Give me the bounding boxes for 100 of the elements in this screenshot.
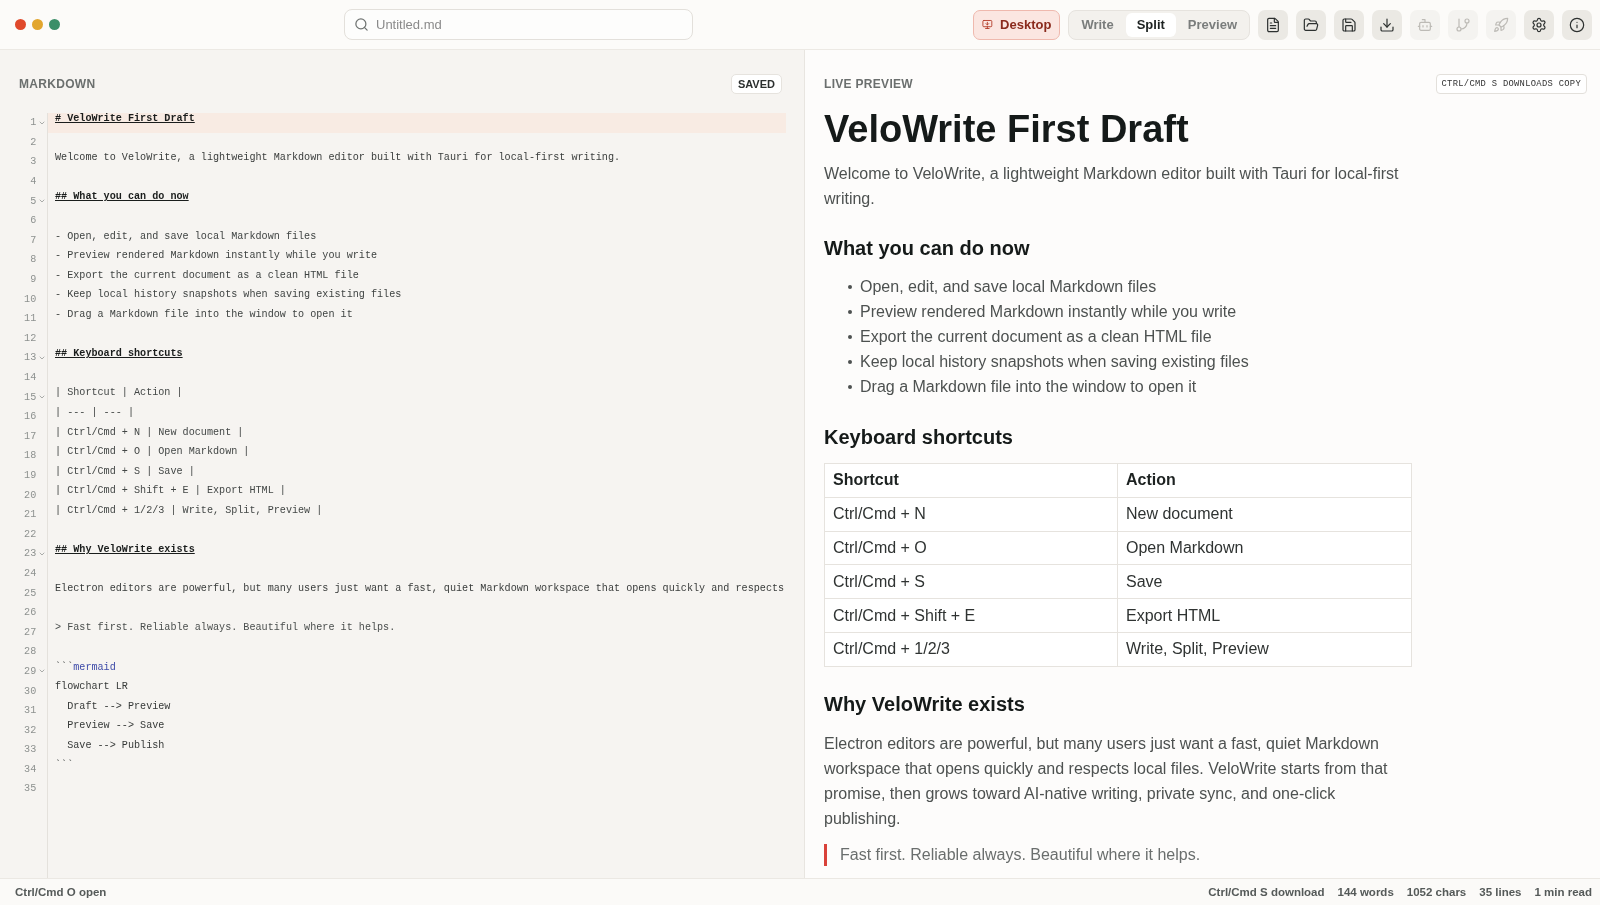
line-number: 27 xyxy=(23,626,37,638)
table-cell: Ctrl/Cmd + 1/2/3 xyxy=(824,632,1118,667)
rocket-icon xyxy=(1493,16,1509,33)
code-line: Save --> Publish xyxy=(66,740,166,753)
list-item: Drag a Markdown file into the window to open it xyxy=(860,378,1197,396)
search-field[interactable]: Untitled.md xyxy=(344,9,693,40)
status-text: 144 words xyxy=(1337,886,1394,898)
document-icon xyxy=(1265,16,1281,33)
view-mode-tab[interactable]: Write xyxy=(1071,12,1124,37)
desktop-button[interactable]: Desktop xyxy=(973,9,1061,40)
document-button[interactable] xyxy=(1258,9,1288,40)
list-item: Export the current document as a clean HTML file xyxy=(860,328,1212,346)
monitor-icon xyxy=(982,17,994,32)
line-number: 8 xyxy=(29,254,37,266)
code-line: ```mermaid xyxy=(54,661,117,675)
line-number: 3 xyxy=(29,156,37,168)
status-text: Ctrl/Cmd S download xyxy=(1208,886,1325,898)
line-number: 2 xyxy=(29,136,37,148)
preview-title: VeloWrite First Draft xyxy=(824,107,1190,151)
line-number: 18 xyxy=(23,450,37,462)
table-cell: Open Markdown xyxy=(1117,531,1412,565)
code-line: ## Why VeloWrite exists xyxy=(54,544,196,558)
line-number: 24 xyxy=(23,567,37,579)
line-number: 26 xyxy=(23,607,37,619)
table-cell: Export HTML xyxy=(1117,598,1412,633)
folder-button[interactable] xyxy=(1296,9,1326,40)
status-text: 35 lines xyxy=(1479,886,1522,898)
window-control-icon[interactable] xyxy=(49,19,60,30)
table-header-cell: Shortcut xyxy=(824,463,1118,498)
line-number: 21 xyxy=(23,509,37,521)
code-line: | Ctrl/Cmd + 1/2/3 | Write, Split, Preview | xyxy=(54,504,324,518)
pane-title: LIVE PREVIEW xyxy=(824,77,913,91)
download-button[interactable] xyxy=(1372,9,1402,40)
status-text: 1052 chars xyxy=(1406,886,1467,898)
save-icon xyxy=(1341,16,1357,33)
line-number: 14 xyxy=(23,372,37,383)
code-line: | Shortcut | Action | xyxy=(54,387,184,401)
window-control-icon[interactable] xyxy=(15,19,26,30)
line-number: 7 xyxy=(29,234,37,246)
window-control-icon[interactable] xyxy=(32,19,43,30)
bullet-icon xyxy=(848,310,852,314)
table-header-cell: Action xyxy=(1117,463,1412,498)
line-number: 29 xyxy=(23,665,37,677)
code-line: ``` xyxy=(54,759,75,773)
line-number: 15 xyxy=(23,391,37,403)
search-icon xyxy=(354,17,369,32)
shortcut-hint: CTRL/CMD S DOWNLOADS COPY xyxy=(1435,74,1587,94)
line-number: 5 xyxy=(29,195,37,207)
status-text: Ctrl/Cmd O open xyxy=(15,886,107,898)
view-mode-tab[interactable]: Preview xyxy=(1177,12,1247,37)
code-line: Preview --> Save xyxy=(66,720,166,734)
line-number: 6 xyxy=(29,215,37,227)
code-line: - Drag a Markdown file into the window to open it xyxy=(54,308,354,322)
code-line: - Open, edit, and save local Markdown files xyxy=(54,230,318,244)
line-number: 34 xyxy=(23,763,37,775)
line-number: 23 xyxy=(23,548,37,560)
code-line: | Ctrl/Cmd + N | New document | xyxy=(54,426,245,440)
line-number: 20 xyxy=(23,489,37,501)
code-line: | Ctrl/Cmd + S | Save | xyxy=(54,465,196,479)
table-cell: Write, Split, Preview xyxy=(1117,632,1412,667)
code-line: | Ctrl/Cmd + O | Open Markdown | xyxy=(54,446,251,460)
code-line: Electron editors are powerful, but many users just want a fast, quiet Markdown workspace that opens quickly and respects xyxy=(54,583,786,597)
table-cell: Save xyxy=(1117,564,1412,599)
download-icon xyxy=(1379,16,1395,33)
line-number: 12 xyxy=(23,332,37,344)
save-button[interactable] xyxy=(1334,9,1364,40)
settings-icon xyxy=(1531,16,1547,33)
line-number: 13 xyxy=(23,352,37,364)
code-line: ## Keyboard shortcuts xyxy=(54,348,184,362)
settings-button[interactable] xyxy=(1524,9,1554,40)
branch-icon xyxy=(1455,16,1471,33)
code-line: - Preview rendered Markdown instantly while you write xyxy=(54,250,379,264)
code-line: Draft --> Preview xyxy=(66,700,172,714)
line-number: 35 xyxy=(23,783,37,795)
preview-heading: Why VeloWrite exists xyxy=(824,692,1026,718)
table-cell: Ctrl/Cmd + S xyxy=(824,564,1118,599)
table-cell: New document xyxy=(1117,497,1412,532)
line-number: 22 xyxy=(23,528,37,540)
line-number: 9 xyxy=(29,274,37,286)
bullet-icon xyxy=(848,360,852,364)
code-line: - Keep local history snapshots when saving existing files xyxy=(54,289,403,303)
list-item: Preview rendered Markdown instantly while you write xyxy=(860,303,1237,321)
info-button[interactable] xyxy=(1562,9,1592,40)
robot-icon xyxy=(1417,16,1433,33)
code-line: > Fast first. Reliable always. Beautiful where it helps. xyxy=(54,622,397,636)
line-number: 25 xyxy=(23,587,37,599)
line-number: 33 xyxy=(23,744,37,756)
list-item: Open, edit, and save local Markdown files xyxy=(860,278,1157,296)
line-number: 28 xyxy=(23,646,37,658)
view-mode-tab[interactable]: Split xyxy=(1125,12,1176,37)
line-number: 1 xyxy=(29,117,37,129)
preview-heading: Keyboard shortcuts xyxy=(824,425,1014,450)
table-cell: Ctrl/Cmd + Shift + E xyxy=(824,598,1118,633)
code-line: | --- | --- | xyxy=(54,406,135,420)
line-number: 10 xyxy=(23,293,37,305)
code-line: - Export the current document as a clean HTML file xyxy=(54,269,360,283)
folder-icon xyxy=(1303,16,1319,33)
line-number: 32 xyxy=(23,724,37,736)
code-line: Welcome to VeloWrite, a lightweight Markdown editor built with Tauri for local-first writing. xyxy=(54,152,622,166)
code-line: ## What you can do now xyxy=(54,191,190,205)
